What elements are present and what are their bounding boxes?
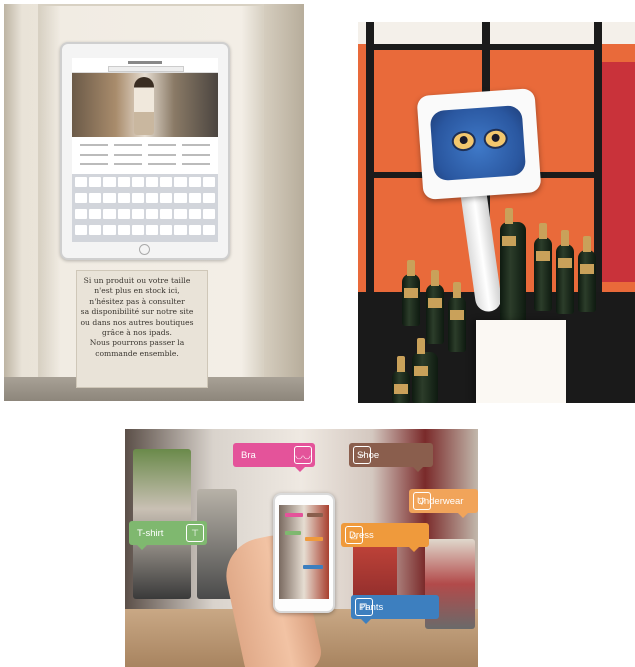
robot-screen-head [416, 88, 542, 200]
tshirt-icon: ⊤ [186, 524, 204, 542]
champagne-bottle [412, 338, 438, 403]
mini-tag [285, 513, 303, 517]
dress-icon: △ [345, 526, 363, 544]
champagne-bottle [578, 236, 596, 312]
white-pedestal [476, 320, 566, 403]
fashion-model-figure [134, 77, 154, 135]
robot-display-photo [358, 22, 635, 403]
plaque-line: n'hésitez pas à consulter [89, 296, 185, 306]
bra-icon: ◡◡ [294, 446, 312, 464]
ar-tag-shoe: ⌐ Shoe [349, 443, 433, 472]
website-menu [72, 137, 218, 171]
champagne-bottle [392, 356, 410, 403]
underwear-icon: ▽ [413, 492, 431, 510]
mini-tag [307, 513, 323, 517]
plaque-line: Nous pourrons passer la [89, 338, 185, 348]
plaque-line: sa disponibilité sur notre site [80, 307, 194, 317]
ar-tag-bra: Bra ◡◡ [233, 443, 315, 472]
champagne-bottle [448, 282, 466, 352]
mini-tag [303, 565, 323, 569]
robot-eye [451, 130, 477, 152]
tablet-screen [72, 58, 218, 242]
website-search-bar [108, 66, 184, 72]
phone-screen [279, 505, 329, 599]
ar-tag-dress: △ Dress [341, 523, 429, 552]
robot-cat-face [429, 104, 527, 182]
ar-shopping-photo: Bra ◡◡ ⌐ Shoe ▽ Underwear T-shirt ⊤ △ Dr… [125, 429, 478, 667]
plaque-line: n'est plus en stock ici, [94, 286, 180, 296]
tag-label: T-shirt [137, 527, 164, 539]
smartphone [273, 493, 335, 613]
mini-tag [305, 537, 323, 541]
ar-tag-underwear: ▽ Underwear [409, 489, 478, 518]
wall-mounted-tablet [60, 42, 230, 260]
website-header [72, 58, 218, 73]
black-frame-beam [366, 44, 602, 50]
champagne-bottle [402, 260, 420, 326]
champagne-bottle [426, 270, 444, 344]
champagne-bottle [556, 230, 574, 314]
ar-tag-tshirt: T-shirt ⊤ [129, 521, 207, 550]
pants-icon: Π [355, 598, 373, 616]
onscreen-keyboard [72, 174, 218, 242]
plaque-line: Si un produit ou votre taille [83, 276, 191, 285]
mini-tag [285, 531, 301, 535]
website-logo [128, 61, 162, 64]
plaque-line: commande ensemble. [95, 348, 179, 358]
shoe-icon: ⌐ [353, 446, 371, 464]
tablet-home-button [139, 244, 150, 255]
plaque-line: grâce à nos ipads. [102, 328, 172, 338]
ar-tag-pants: Π Pants [351, 595, 439, 624]
black-frame-post [366, 22, 374, 312]
plaque-line: ou dans nos autres boutiques [80, 317, 194, 327]
plaque-text: Si un produit ou votre taille n'est plus… [78, 276, 196, 359]
red-sign [602, 62, 635, 282]
tag-label: Bra [241, 449, 256, 461]
website-hero-image [72, 73, 218, 137]
robot-eye [483, 128, 509, 150]
champagne-bottle [534, 223, 552, 311]
